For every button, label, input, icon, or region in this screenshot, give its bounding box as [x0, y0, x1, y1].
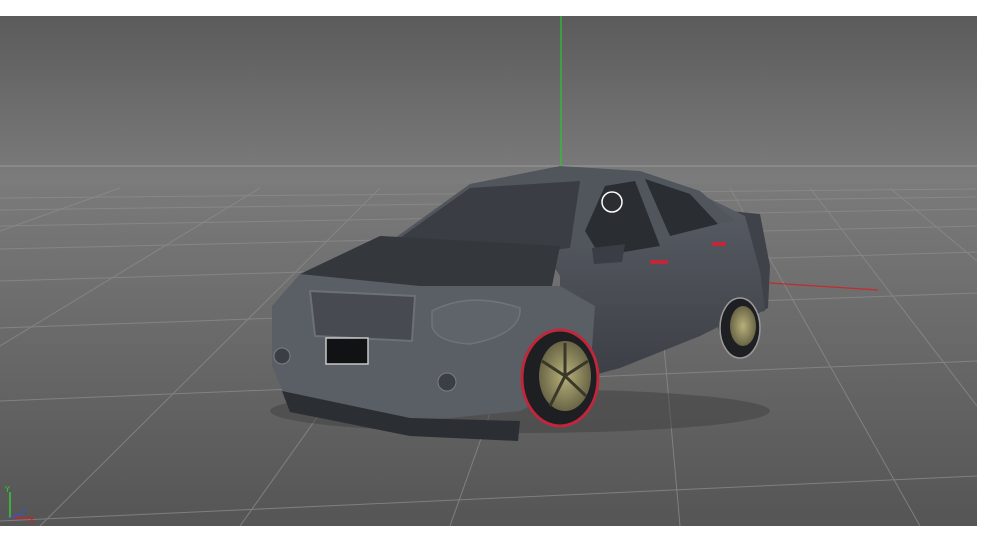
- sky-background: [0, 16, 977, 188]
- viewport-scene[interactable]: [0, 16, 977, 526]
- axis-z-label: Z: [21, 508, 27, 517]
- axis-x-label: X: [29, 516, 35, 524]
- 3d-viewport[interactable]: Y Z X: [0, 16, 977, 526]
- axis-y-label: Y: [4, 486, 10, 494]
- axis-gizmo: Y Z X: [2, 486, 36, 524]
